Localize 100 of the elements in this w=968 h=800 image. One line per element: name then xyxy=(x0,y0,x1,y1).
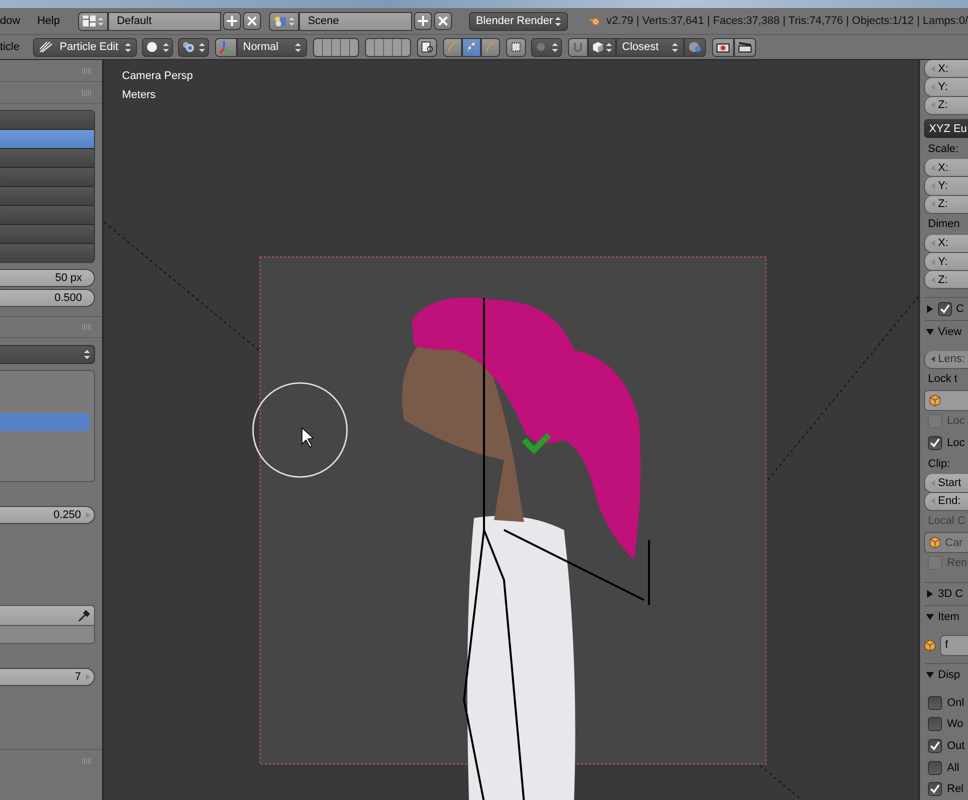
section-label: Clip: xyxy=(927,457,952,472)
color-field[interactable] xyxy=(0,605,95,644)
render-engine-dropdown[interactable]: Blender Render xyxy=(468,12,568,30)
number-field[interactable]: X: xyxy=(924,60,968,78)
up-down-arrows-icon xyxy=(124,42,131,52)
drag-grip-icon[interactable] xyxy=(82,324,92,330)
expand-arrow-icon[interactable] xyxy=(926,590,934,598)
name-field[interactable]: Scene xyxy=(298,12,412,30)
radius-field[interactable]: 50 px xyxy=(0,269,95,287)
camera-icon xyxy=(716,41,730,53)
number-field[interactable]: Start xyxy=(924,474,968,493)
checkbox-label[interactable]: Loc xyxy=(947,436,965,449)
clapperboard-icon xyxy=(738,41,752,53)
panel-title[interactable]: 3D C xyxy=(938,588,964,600)
type-dropdown[interactable] xyxy=(78,12,108,30)
checkbox-label[interactable]: Out xyxy=(947,740,965,752)
scene-layers-grid[interactable] xyxy=(313,38,359,56)
units-label: Meters xyxy=(122,89,156,101)
checkmark-icon xyxy=(930,784,940,794)
checkbox[interactable] xyxy=(928,782,942,796)
number-field[interactable]: Y: xyxy=(924,177,968,196)
add-button[interactable] xyxy=(222,12,241,30)
checkbox[interactable] xyxy=(928,739,942,754)
factor-field[interactable]: 0.250 xyxy=(0,506,95,524)
add-button[interactable] xyxy=(414,12,432,30)
up-down-arrows-icon xyxy=(289,16,295,26)
scene-objects-icon xyxy=(272,14,288,28)
number-field[interactable]: X: xyxy=(924,159,968,178)
checkbox[interactable] xyxy=(928,717,942,732)
select-mode-button[interactable] xyxy=(443,38,462,56)
checkbox[interactable] xyxy=(938,302,952,316)
checkbox-label[interactable]: All xyxy=(947,762,960,774)
manipulator-button[interactable] xyxy=(215,38,237,56)
number-field[interactable]: Z: xyxy=(924,96,968,115)
drag-grip-icon[interactable] xyxy=(82,90,92,96)
render-animation-button[interactable] xyxy=(734,38,756,56)
checkbox-label[interactable]: Wo xyxy=(947,718,964,730)
grid-layout-icon xyxy=(82,14,96,28)
cube-icon xyxy=(929,394,941,408)
number-field[interactable]: Z: xyxy=(924,271,968,290)
object-field[interactable] xyxy=(924,390,968,412)
checkmark-icon xyxy=(930,741,940,752)
lock-layers-button[interactable] xyxy=(417,38,437,56)
type-dropdown[interactable] xyxy=(268,12,299,30)
shading-dropdown[interactable] xyxy=(142,38,173,56)
checkbox[interactable] xyxy=(928,760,942,775)
list-row[interactable] xyxy=(0,129,94,148)
circle-icon xyxy=(535,41,547,53)
render-still-button[interactable] xyxy=(712,38,734,56)
name-field[interactable]: Default xyxy=(108,12,221,30)
scene-layers-grid[interactable] xyxy=(365,38,411,56)
collapse-arrow-icon[interactable] xyxy=(926,671,934,680)
x-ray-button[interactable] xyxy=(506,38,526,56)
right-arrow-icon[interactable] xyxy=(86,512,90,518)
number-field[interactable]: Y: xyxy=(924,78,968,97)
snap-button[interactable] xyxy=(568,38,588,56)
up-down-arrows-icon xyxy=(163,42,169,52)
checkbox-label[interactable]: Rel xyxy=(947,783,964,796)
menu-item[interactable]: ticle xyxy=(0,41,27,53)
system-dropdown[interactable] xyxy=(0,345,95,364)
orientation-dropdown[interactable]: Normal xyxy=(237,38,307,56)
mode-dropdown[interactable]: Particle Edit xyxy=(33,38,137,56)
panel-title[interactable]: C xyxy=(956,303,964,316)
steps-field[interactable]: 7 xyxy=(0,668,95,686)
particle-system-list[interactable] xyxy=(0,370,95,482)
number-field[interactable]: Z: xyxy=(924,196,968,214)
proportional-edit-dropdown[interactable] xyxy=(531,38,562,56)
close-button[interactable] xyxy=(242,12,261,30)
drag-grip-icon[interactable] xyxy=(82,758,92,764)
eyedropper-icon[interactable] xyxy=(78,610,90,622)
checkbox[interactable] xyxy=(928,436,942,450)
brush-list[interactable] xyxy=(0,110,95,263)
cube-icon xyxy=(592,41,604,53)
cube-icon xyxy=(924,638,936,652)
checkbox[interactable] xyxy=(928,696,942,710)
collapse-arrow-icon[interactable] xyxy=(926,328,934,336)
checkbox-label[interactable]: Onl xyxy=(947,696,964,709)
snap-target-dropdown[interactable]: Closest xyxy=(616,38,684,56)
select-mode-button[interactable] xyxy=(481,38,500,56)
number-field[interactable]: X: xyxy=(924,234,968,253)
number-field[interactable]: End: xyxy=(924,492,968,511)
object-field[interactable]: f xyxy=(940,634,968,656)
menu-item[interactable]: dow xyxy=(0,15,28,27)
snap-element-dropdown[interactable] xyxy=(588,38,616,56)
drag-grip-icon[interactable] xyxy=(82,68,92,74)
snap-target-button[interactable] xyxy=(684,38,706,56)
collapse-arrow-icon[interactable] xyxy=(926,612,934,621)
panel-title[interactable]: View xyxy=(938,326,962,338)
rotation-mode-dropdown[interactable]: XYZ Eu xyxy=(924,118,968,138)
panel-title[interactable]: Item xyxy=(938,610,960,623)
right-arrow-icon[interactable] xyxy=(86,674,90,680)
select-mode-button[interactable] xyxy=(462,38,481,56)
panel-title[interactable]: Disp xyxy=(938,669,960,682)
close-button[interactable] xyxy=(434,12,452,30)
strength-field[interactable]: 0.500 xyxy=(0,289,95,307)
pivot-dropdown[interactable] xyxy=(178,38,209,56)
number-field[interactable]: Y: xyxy=(924,252,968,272)
menu-item[interactable]: Help xyxy=(37,15,68,27)
up-down-arrows-icon xyxy=(554,16,561,26)
expand-arrow-icon[interactable] xyxy=(926,305,934,314)
